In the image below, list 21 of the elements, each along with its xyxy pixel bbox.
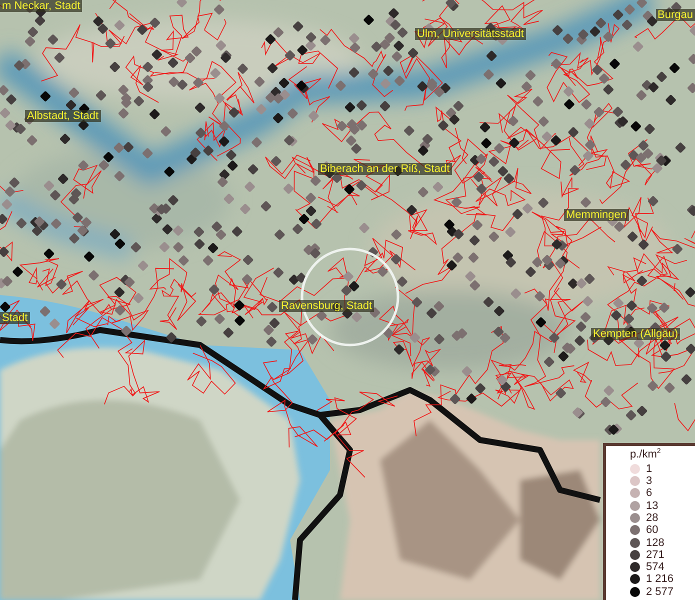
legend-value: 128 (646, 536, 664, 549)
legend-value: 2 577 (646, 586, 674, 598)
legend-value: 13 (646, 500, 658, 512)
place-label: Burgau (656, 9, 695, 21)
legend-value: 6 (646, 487, 652, 500)
legend-value: 1 (646, 462, 652, 475)
place-label: Ulm, Universitätsstadt (415, 28, 526, 40)
legend-value: 28 (646, 512, 658, 524)
place-label: m Neckar, Stadt (0, 0, 82, 12)
legend-value: 271 (646, 548, 664, 561)
place-label: Kempten (Allgäu) (591, 328, 680, 340)
place-label: Stadt (0, 312, 30, 324)
place-label: Ravensburg, Stadt (279, 300, 374, 312)
legend-value: 574 (646, 561, 664, 574)
legend-title: p./km$^{2}$ (630, 448, 662, 461)
legend-value: 1 216 (646, 573, 674, 586)
place-label: Albstadt, Stadt (25, 110, 101, 122)
place-label: Memmingen (564, 209, 629, 221)
place-label: Biberach an der Riß, Stadt (318, 163, 452, 175)
legend-value: 60 (646, 524, 658, 536)
legend-value: 3 (646, 475, 652, 488)
